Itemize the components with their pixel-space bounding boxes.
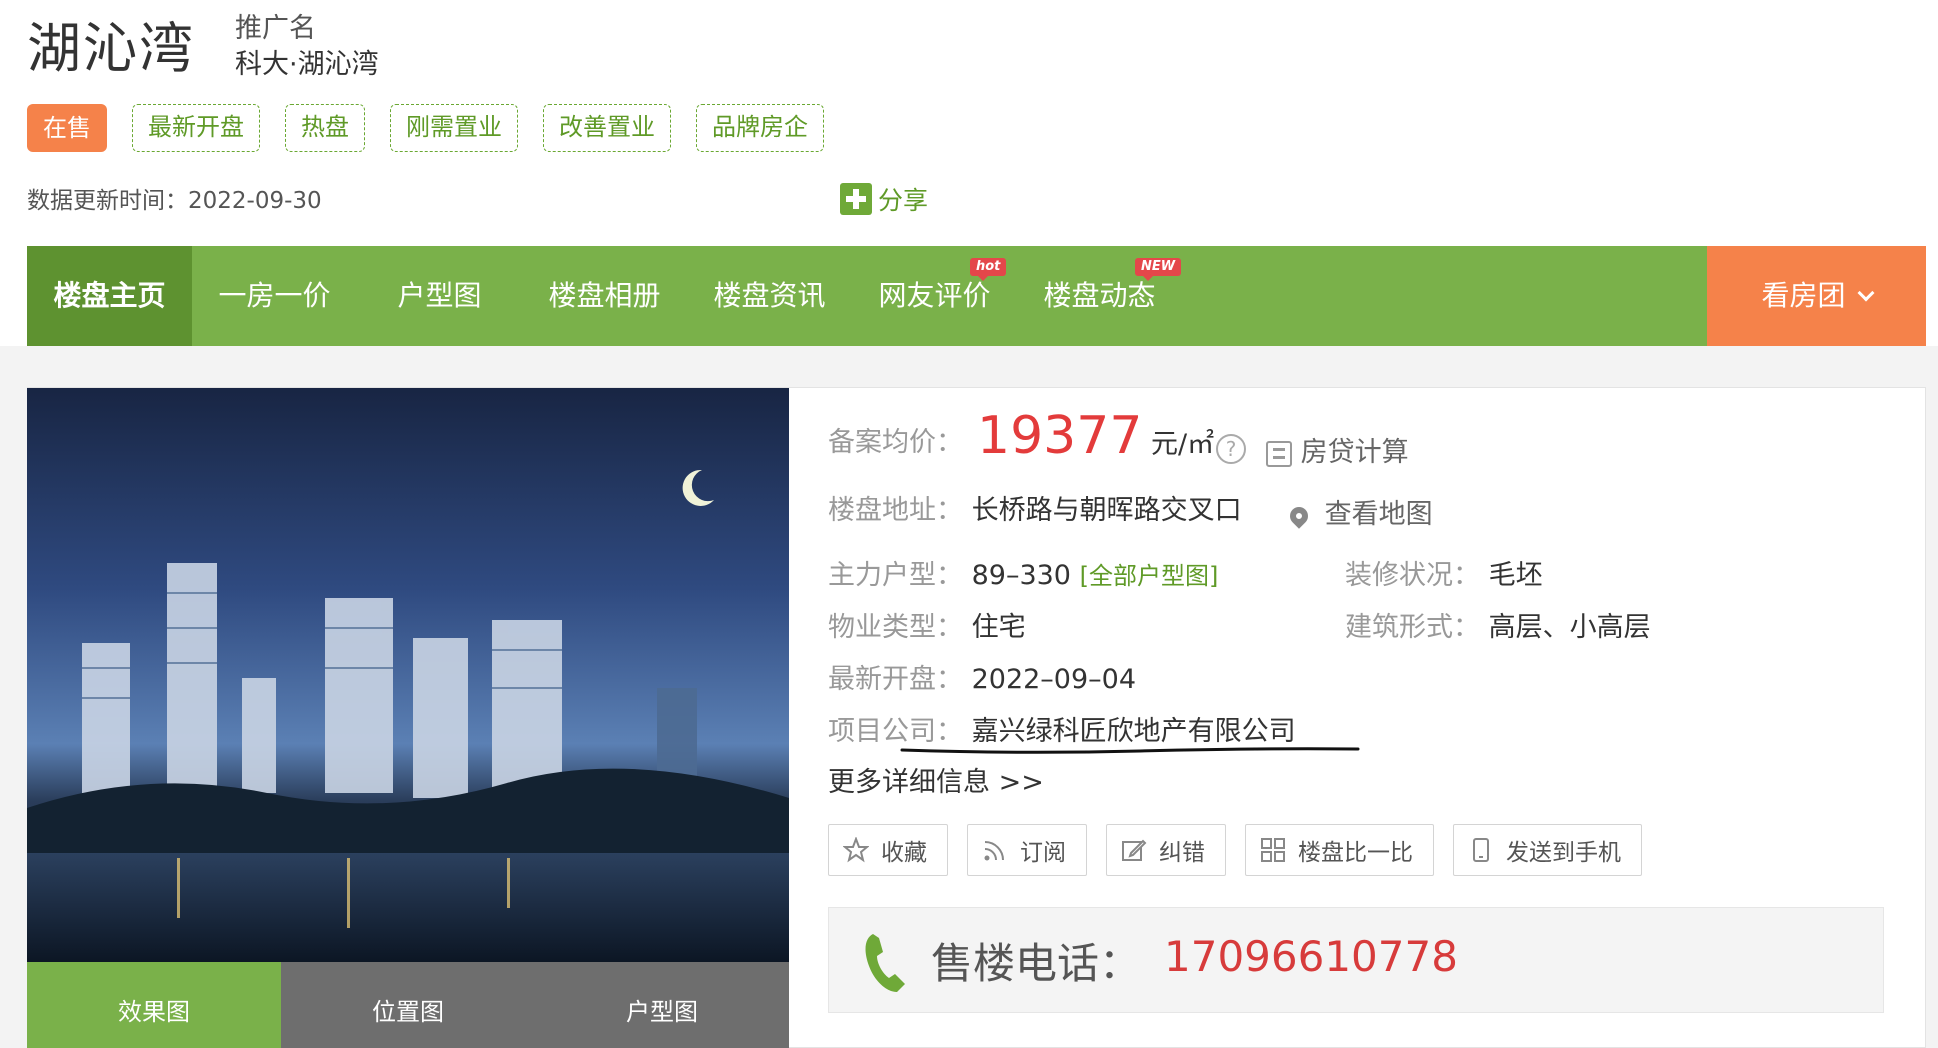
tag-new-opening: 最新开盘 <box>132 104 260 152</box>
layout-row: 主力户型： 89–330 [全部户型图] <box>828 560 1219 591</box>
nav-item-reviews[interactable]: 网友评价 hot <box>852 246 1017 346</box>
company-value: 嘉兴绿科匠欣地产有限公司 <box>971 716 1296 747</box>
mortgage-calculator[interactable]: 房贷计算 <box>1266 430 1409 469</box>
sales-phone-box: 售楼电话： 17096610778 <box>828 907 1884 1013</box>
promo-label: 推广名 <box>235 13 316 44</box>
action-buttons: 收藏 订阅 纠错 楼盘比一比 发送到手机 <box>828 824 1642 876</box>
address-value: 长桥路与朝晖路交叉口 <box>971 495 1242 526</box>
opening-row: 最新开盘： 2022–09–04 <box>828 664 1137 695</box>
price-unit: 元/㎡ <box>1151 429 1215 460</box>
promo-name: 科大·湖沁湾 <box>235 49 379 80</box>
decor-value: 毛坯 <box>1488 560 1543 591</box>
nav-item-home[interactable]: 楼盘主页 <box>27 246 192 346</box>
address-row: 楼盘地址： 长桥路与朝晖路交叉口 <box>828 495 1242 526</box>
property-type-row: 物业类型： 住宅 <box>828 612 1026 643</box>
tag-hot: 热盘 <box>285 104 365 152</box>
handwritten-underline <box>900 747 1360 754</box>
star-icon <box>843 837 869 863</box>
price-value-row: 19377 元/㎡ <box>977 406 1214 466</box>
main-nav: 楼盘主页 一房一价 户型图 楼盘相册 楼盘资讯 网友评价 hot 楼盘动态 NE… <box>27 246 1926 346</box>
price-row: 备案均价： <box>828 427 963 458</box>
hot-badge: hot <box>970 258 1007 281</box>
property-photo[interactable] <box>27 388 789 962</box>
view-map-link[interactable]: 查看地图 <box>1286 492 1433 531</box>
subscribe-button[interactable]: 订阅 <box>967 824 1087 876</box>
phone-icon <box>1473 838 1489 862</box>
phone-number[interactable]: 17096610778 <box>1164 932 1458 981</box>
building-type-value: 高层、小高层 <box>1488 612 1651 643</box>
tab-location[interactable]: 位置图 <box>281 962 535 1048</box>
nav-item-unit-prices[interactable]: 一房一价 <box>192 246 357 346</box>
share-button[interactable]: 分享 <box>840 181 928 217</box>
calculator-icon <box>1266 440 1292 467</box>
phone-label: 售楼电话： <box>931 939 1142 988</box>
tag-upgrade: 改善置业 <box>543 104 671 152</box>
compare-button[interactable]: 楼盘比一比 <box>1245 824 1434 876</box>
nav-item-album[interactable]: 楼盘相册 <box>522 246 687 346</box>
tab-rendering[interactable]: 效果图 <box>27 962 281 1048</box>
more-details-link[interactable]: 更多详细信息 >> <box>828 760 1044 799</box>
price-help[interactable]: ? <box>1216 432 1246 464</box>
rss-icon <box>984 841 1004 861</box>
price-value: 19377 <box>977 406 1143 466</box>
tag-on-sale: 在售 <box>27 104 107 152</box>
layout-value: 89–330 <box>971 560 1071 591</box>
tag-brand-developer: 品牌房企 <box>696 104 824 152</box>
send-to-phone-button[interactable]: 发送到手机 <box>1453 824 1642 876</box>
favorite-button[interactable]: 收藏 <box>828 824 948 876</box>
page-title: 湖沁湾 <box>27 17 195 80</box>
share-label: 分享 <box>878 186 929 215</box>
opening-date: 2022–09–04 <box>971 664 1137 695</box>
help-icon[interactable]: ? <box>1216 433 1246 464</box>
edit-icon <box>1122 839 1147 861</box>
tag-list: 在售 最新开盘 热盘 刚需置业 改善置业 品牌房企 <box>27 104 824 152</box>
tag-first-home: 刚需置业 <box>390 104 518 152</box>
update-time: 数据更新时间：2022-09-30 <box>27 188 322 214</box>
report-error-button[interactable]: 纠错 <box>1106 824 1226 876</box>
company-row: 项目公司： 嘉兴绿科匠欣地产有限公司 <box>828 716 1296 747</box>
photo-tabs: 效果图 位置图 户型图 <box>27 962 789 1048</box>
all-layouts-link[interactable]: [全部户型图] <box>1080 562 1219 590</box>
nav-item-floor-plans[interactable]: 户型图 <box>357 246 522 346</box>
nav-item-news[interactable]: 楼盘资讯 <box>687 246 852 346</box>
building-type-row: 建筑形式： 高层、小高层 <box>1345 612 1651 643</box>
nav-item-updates[interactable]: 楼盘动态 NEW <box>1017 246 1182 346</box>
new-badge: NEW <box>1135 258 1182 281</box>
map-pin-icon <box>1286 502 1312 529</box>
tab-floor-plan[interactable]: 户型图 <box>535 962 789 1048</box>
property-type-value: 住宅 <box>971 612 1026 643</box>
chevron-down-icon <box>1857 284 1874 302</box>
decor-row: 装修状况： 毛坯 <box>1345 560 1543 591</box>
share-icon <box>840 183 872 215</box>
grid-icon <box>1261 838 1285 862</box>
telephone-icon <box>865 934 905 992</box>
tour-group-dropdown[interactable]: 看房团 <box>1707 246 1926 346</box>
